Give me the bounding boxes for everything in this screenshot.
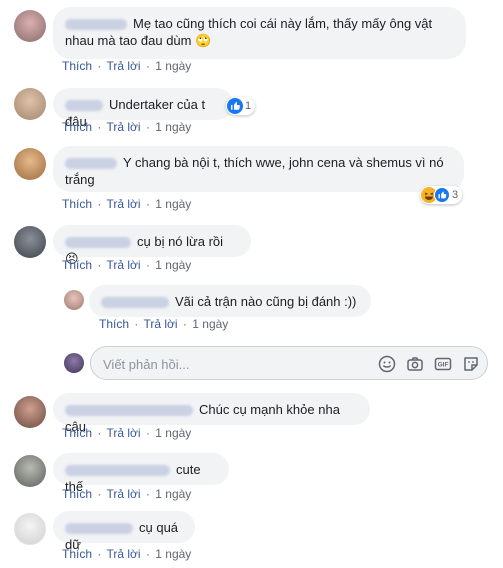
timestamp[interactable]: 1 ngày (155, 59, 191, 73)
like-reaction-icon (434, 187, 450, 203)
comment-actions: Thích · Trả lời · 1 ngày (62, 487, 191, 501)
timestamp[interactable]: 1 ngày (155, 426, 191, 440)
reply-button[interactable]: Trả lời (106, 197, 140, 211)
like-button[interactable]: Thích (62, 426, 92, 440)
current-user-avatar (64, 353, 84, 373)
separator: · (145, 547, 150, 561)
separator: · (145, 120, 150, 134)
comment-bubble: Mẹ tao cũng thích coi cái này lắm, thấy … (53, 7, 466, 59)
reply-input[interactable] (101, 354, 345, 374)
reply-button[interactable]: Trả lời (143, 317, 177, 331)
author-name[interactable] (65, 19, 127, 31)
reaction-count[interactable]: 1 (226, 97, 256, 115)
comment-bubble: cụ bị nó lừa rồi 😣 (53, 225, 251, 266)
sticker-icon[interactable] (461, 354, 481, 374)
comment-actions: Thích · Trả lời · 1 ngày (62, 426, 191, 440)
comment-bubble: Y chang bà nội t, thích wwe, john cena v… (53, 146, 464, 192)
separator: · (145, 59, 150, 73)
reply-button[interactable]: Trả lời (106, 120, 140, 134)
reply-actions: Thích · Trả lời · 1 ngày (99, 317, 228, 331)
like-button[interactable]: Thích (62, 487, 92, 501)
comment-actions: Thích · Trả lời · 1 ngày (62, 120, 191, 134)
separator: · (145, 426, 150, 440)
timestamp[interactable]: 1 ngày (155, 197, 191, 211)
avatar[interactable] (14, 513, 46, 545)
reply-text: Vãi cả trận nào cũng bị đánh :)) (175, 294, 357, 309)
reply-button[interactable]: Trả lời (106, 258, 140, 272)
emoji-icon[interactable] (377, 354, 397, 374)
author-name[interactable] (101, 297, 169, 309)
reply-composer[interactable]: GIF (90, 346, 488, 380)
avatar[interactable] (64, 290, 84, 310)
reaction-count-label: 3 (452, 189, 459, 201)
separator: · (97, 487, 102, 501)
comment-actions: Thích · Trả lời · 1 ngày (62, 197, 191, 211)
timestamp[interactable]: 1 ngày (155, 120, 191, 134)
comment-actions: Thích · Trả lời · 1 ngày (62, 258, 191, 272)
separator: · (97, 120, 102, 134)
separator: · (134, 317, 139, 331)
reply-button[interactable]: Trả lời (106, 487, 140, 501)
reply-button[interactable]: Trả lời (106, 426, 140, 440)
avatar[interactable] (14, 455, 46, 487)
author-name[interactable] (65, 100, 103, 112)
timestamp[interactable]: 1 ngày (192, 317, 228, 331)
reply-button[interactable]: Trả lời (106, 59, 140, 73)
avatar[interactable] (14, 88, 46, 120)
like-button[interactable]: Thích (62, 258, 92, 272)
comment-text: Y chang bà nội t, thích wwe, john cena v… (65, 155, 444, 187)
comment-bubble: cụ quá dữ (53, 511, 195, 552)
camera-icon[interactable] (405, 354, 425, 374)
reply-bubble: Vãi cả trận nào cũng bị đánh :)) (89, 285, 371, 317)
author-name[interactable] (65, 465, 170, 477)
author-name[interactable] (65, 523, 133, 535)
comment-bubble: Undertaker của t đâu (53, 88, 233, 129)
separator: · (145, 197, 150, 211)
avatar[interactable] (14, 396, 46, 428)
author-name[interactable] (65, 237, 131, 249)
separator: · (145, 258, 150, 272)
like-button[interactable]: Thích (62, 120, 92, 134)
comment-bubble: Chúc cụ mạnh khỏe nha cậu (53, 393, 370, 434)
like-button[interactable]: Thích (62, 59, 92, 73)
separator: · (97, 197, 102, 211)
comment-actions: Thích · Trả lời · 1 ngày (62, 59, 191, 73)
timestamp[interactable]: 1 ngày (155, 487, 191, 501)
reaction-count[interactable]: 3 (420, 186, 463, 204)
like-button[interactable]: Thích (62, 547, 92, 561)
author-name[interactable] (65, 405, 193, 417)
gif-icon[interactable]: GIF (433, 354, 453, 374)
timestamp[interactable]: 1 ngày (155, 547, 191, 561)
like-reaction-icon (227, 98, 243, 114)
svg-text:GIF: GIF (438, 362, 449, 369)
comment-bubble: cute thế (53, 453, 229, 494)
separator: · (182, 317, 187, 331)
reply-button[interactable]: Trả lời (106, 547, 140, 561)
separator: · (97, 258, 102, 272)
timestamp[interactable]: 1 ngày (155, 258, 191, 272)
separator: · (97, 59, 102, 73)
avatar[interactable] (14, 148, 46, 180)
avatar[interactable] (14, 10, 46, 42)
separator: · (97, 547, 102, 561)
avatar[interactable] (14, 226, 46, 258)
comment-actions: Thích · Trả lời · 1 ngày (62, 547, 191, 561)
separator: · (97, 426, 102, 440)
like-button[interactable]: Thích (62, 197, 92, 211)
like-button[interactable]: Thích (99, 317, 129, 331)
author-name[interactable] (65, 158, 117, 170)
separator: · (145, 487, 150, 501)
reaction-count-label: 1 (245, 100, 252, 112)
